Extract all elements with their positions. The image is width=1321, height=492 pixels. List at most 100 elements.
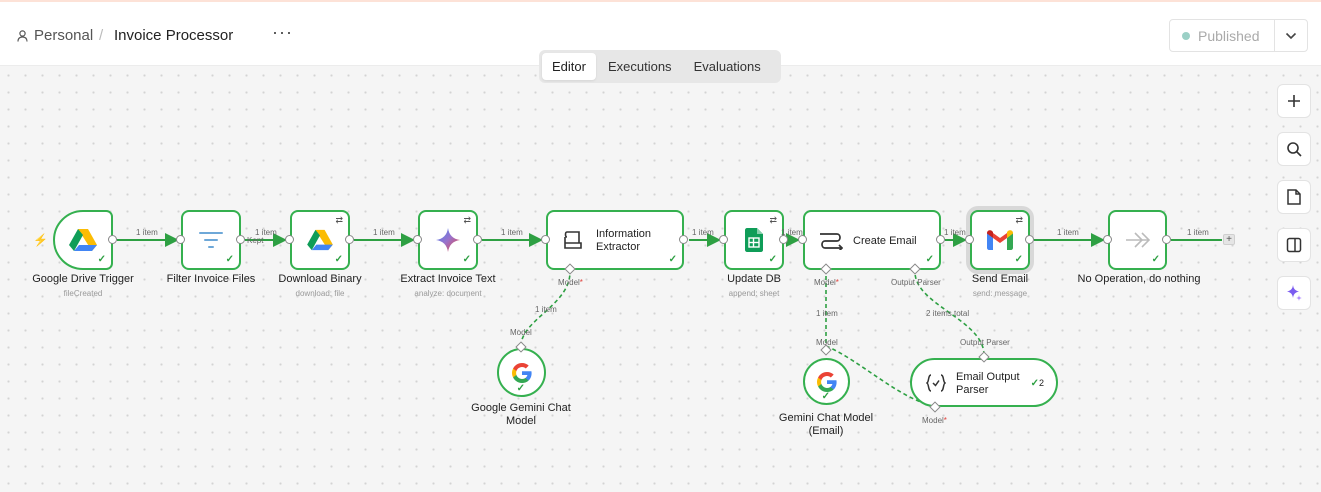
information-extractor-icon <box>564 231 582 249</box>
edge-label: 2 items total <box>926 309 970 318</box>
input-handle[interactable] <box>413 235 422 244</box>
workflow-title[interactable]: Invoice Processor <box>114 27 233 44</box>
trigger-bolt-icon: ⚡ <box>33 233 48 247</box>
input-handle[interactable] <box>541 235 550 244</box>
node-extract-invoice-text[interactable]: ⇄ ✓ <box>418 210 478 270</box>
search-button[interactable] <box>1277 132 1311 166</box>
google-drive-icon <box>307 229 333 251</box>
success-check-icon: ✓ <box>97 254 106 265</box>
edge-label: 1 item <box>1057 228 1079 237</box>
success-check-icon: ✓ <box>1151 254 1160 265</box>
model-slot-label: Model* <box>814 278 839 287</box>
refresh-icon: ⇄ <box>463 215 471 225</box>
node-label: Gemini Chat Model (Email) <box>778 412 874 437</box>
output-handle[interactable] <box>1162 235 1171 244</box>
node-label: Send Email <box>971 273 1029 285</box>
edge-label: 1 item <box>535 305 557 314</box>
success-check-icon: ✓ <box>668 254 677 265</box>
tab-evaluations[interactable]: Evaluations <box>684 53 771 80</box>
node-label: Update DB <box>727 273 781 285</box>
add-next-node-button[interactable]: + <box>1223 234 1235 245</box>
output-handle[interactable] <box>473 235 482 244</box>
success-check-icon: ✓ <box>462 254 471 265</box>
note-icon <box>1287 189 1301 205</box>
node-information-extractor[interactable]: Information Extractor ✓ <box>546 210 684 270</box>
node-email-output-parser[interactable]: Email Output Parser ✓2 <box>910 358 1058 407</box>
input-handle[interactable] <box>285 235 294 244</box>
tab-editor[interactable]: Editor <box>542 53 596 80</box>
chevron-down-icon <box>1285 32 1297 39</box>
node-label: Download Binary <box>278 273 362 285</box>
breadcrumb-separator: / <box>99 27 104 44</box>
tab-executions[interactable]: Executions <box>598 53 682 80</box>
published-label: Published <box>1198 27 1260 44</box>
model-slot-text: Model <box>558 278 580 287</box>
node-filter-invoice-files[interactable]: ✓ <box>181 210 241 270</box>
node-gemini-chat-model-email[interactable]: ✓ <box>803 358 850 405</box>
search-icon <box>1287 142 1302 157</box>
model-slot-label: Model* <box>558 278 583 287</box>
output-handle[interactable] <box>345 235 354 244</box>
edge-label: 1 item <box>944 228 966 237</box>
publish-control: Published <box>1169 19 1308 52</box>
edge-label: 1 item <box>781 228 803 237</box>
edge-label: 1 item <box>692 228 714 237</box>
input-handle[interactable] <box>176 235 185 244</box>
node-no-operation[interactable]: ✓ <box>1108 210 1167 270</box>
node-label: Create Email <box>853 235 917 247</box>
success-check-icon: ✓ <box>334 254 343 265</box>
output-handle[interactable] <box>679 235 688 244</box>
model-output-label: Model <box>510 328 532 337</box>
google-icon <box>816 371 837 392</box>
braces-icon <box>926 373 946 392</box>
input-handle[interactable] <box>965 235 974 244</box>
sticky-note-button[interactable] <box>1277 180 1311 214</box>
flow-icon <box>820 233 843 250</box>
breadcrumb-project[interactable]: Personal <box>17 27 93 44</box>
ai-assistant-button[interactable] <box>1277 276 1311 310</box>
node-subtitle: fileCreated <box>63 289 103 298</box>
input-handle[interactable] <box>719 235 728 244</box>
model-slot-label: Model* <box>922 416 947 425</box>
edge-label: 1 item <box>501 228 523 237</box>
node-send-email[interactable]: ⇄ ✓ <box>970 210 1030 270</box>
google-sheets-icon <box>745 228 763 252</box>
gmail-icon <box>987 230 1013 250</box>
published-button[interactable]: Published <box>1170 20 1275 51</box>
plus-icon <box>1288 95 1300 107</box>
view-tabs: Editor Executions Evaluations <box>539 50 781 83</box>
node-label: No Operation, do nothing <box>1077 273 1201 285</box>
google-icon <box>511 362 532 383</box>
publish-dropdown-button[interactable] <box>1275 20 1307 51</box>
node-update-db[interactable]: ⇄ ✓ <box>724 210 784 270</box>
gemini-icon <box>436 228 460 252</box>
status-dot <box>1182 31 1190 40</box>
add-node-button[interactable] <box>1277 84 1311 118</box>
success-check-icon: ✓ <box>821 391 830 402</box>
output-parser-slot-label: Output Parser <box>891 278 941 287</box>
node-google-drive-trigger[interactable]: ✓ <box>53 210 113 270</box>
run-count-badge: 2 <box>1038 378 1044 388</box>
arrow-right-icon <box>1125 232 1150 248</box>
node-google-gemini-chat-model[interactable]: ✓ <box>497 348 546 397</box>
success-check-icon: ✓ <box>768 254 777 265</box>
node-subtitle: download: file <box>295 289 345 298</box>
output-handle[interactable] <box>1025 235 1034 244</box>
node-label: Extract Invoice Text <box>400 273 496 285</box>
edge-label: 1 item <box>816 309 838 318</box>
success-check-icon: ✓2 <box>1030 378 1044 389</box>
node-download-binary[interactable]: ⇄ ✓ <box>290 210 350 270</box>
output-handle[interactable] <box>108 235 117 244</box>
panel-toggle-button[interactable] <box>1277 228 1311 262</box>
google-drive-icon <box>69 229 97 251</box>
more-options-button[interactable]: ··· <box>272 22 293 43</box>
edge-label: 1 item <box>1187 228 1209 237</box>
node-create-email[interactable]: Create Email ✓ <box>803 210 941 270</box>
output-handle[interactable] <box>236 235 245 244</box>
input-handle[interactable] <box>1103 235 1112 244</box>
success-check-icon: ✓ <box>925 254 934 265</box>
node-label: Information Extractor <box>596 228 652 253</box>
sparkle-icon <box>1287 285 1302 301</box>
model-slot-text: Model <box>814 278 836 287</box>
breadcrumb-project-label: Personal <box>34 27 94 44</box>
